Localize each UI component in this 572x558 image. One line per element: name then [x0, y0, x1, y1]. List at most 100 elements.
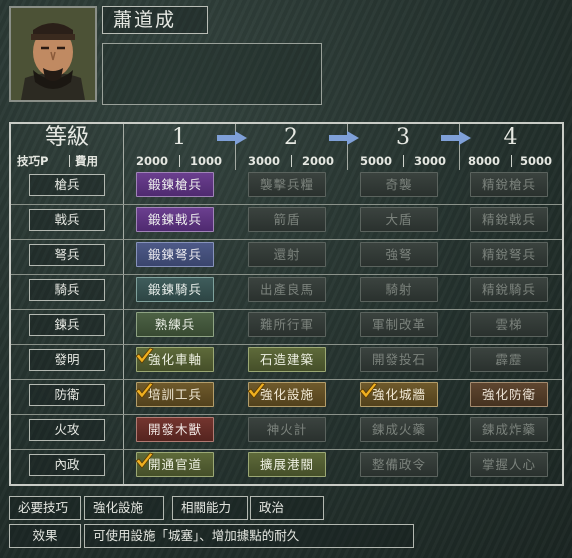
tech-button[interactable]: 騎射 [360, 277, 438, 302]
tech-button[interactable]: 鍛鍊騎兵 [136, 277, 214, 302]
tech-button[interactable]: 鍛鍊槍兵 [136, 172, 214, 197]
tech-button[interactable]: 難所行軍 [248, 312, 326, 337]
level-4-header: 4 [503, 125, 518, 150]
tech-button[interactable]: 霹靂 [470, 347, 548, 372]
skill-point-cost: 3000 [247, 154, 280, 168]
tech-button[interactable]: 強弩 [360, 242, 438, 267]
row-label: 發明 [29, 349, 105, 371]
tech-label: 熟練兵 [154, 317, 196, 332]
tech-label: 還射 [273, 247, 301, 262]
tech-label: 鍛鍊弩兵 [147, 247, 202, 262]
tech-label: 霹靂 [495, 352, 523, 367]
tech-label: 鍛鍊槍兵 [147, 177, 202, 192]
officer-name: 蕭道成 [102, 6, 208, 34]
tech-button[interactable]: 強化車軸 [135, 347, 214, 372]
tech-label: 出產良馬 [259, 282, 314, 297]
tech-label: 雲梯 [495, 317, 523, 332]
tech-button[interactable]: 開發木獸 [136, 417, 214, 442]
tech-label: 強化車軸 [147, 352, 202, 367]
tech-button[interactable]: 大盾 [360, 207, 438, 232]
tech-button[interactable]: 強化防衛 [470, 382, 548, 407]
tech-label: 精銳戟兵 [481, 212, 536, 227]
tech-label: 神火計 [266, 422, 308, 437]
tech-label: 精銳弩兵 [481, 247, 536, 262]
tech-button[interactable]: 神火計 [248, 417, 326, 442]
tech-button[interactable]: 鍛鍊戟兵 [136, 207, 214, 232]
checkmark-icon [359, 382, 378, 399]
row-label: 騎兵 [29, 279, 105, 301]
tech-button[interactable]: 整備政令 [360, 452, 438, 477]
tech-button[interactable]: 掌握人心 [470, 452, 548, 477]
cost-header-row: 技巧P 費用 [11, 152, 123, 170]
tech-button[interactable]: 鍛鍊弩兵 [136, 242, 214, 267]
tech-label: 整備政令 [371, 457, 426, 472]
description-box [102, 43, 322, 105]
tech-button[interactable]: 奇襲 [360, 172, 438, 197]
tech-button[interactable]: 精銳戟兵 [470, 207, 548, 232]
tech-label: 擴展港關 [259, 457, 314, 472]
arrow-right-icon [217, 131, 247, 145]
gold-cost: 1000 [189, 154, 222, 168]
tech-label: 鍛鍊騎兵 [147, 282, 202, 297]
tech-label: 大盾 [385, 212, 413, 227]
tech-button[interactable]: 雲梯 [470, 312, 548, 337]
level-1-cost: 2000 1000 [123, 152, 235, 170]
tech-label: 強化城牆 [371, 387, 426, 402]
gold-cost: 2000 [301, 154, 334, 168]
effect-label: 效果 [9, 524, 81, 548]
tech-label: 鍊成火藥 [371, 422, 426, 437]
level-header: 等級 [44, 125, 89, 150]
tech-label: 培訓工兵 [147, 387, 202, 402]
tech-label: 開發木獸 [147, 422, 202, 437]
tech-button[interactable]: 襲擊兵糧 [248, 172, 326, 197]
tech-button[interactable]: 擴展港關 [248, 452, 326, 477]
tech-label: 強弩 [385, 247, 413, 262]
row-label: 鍊兵 [29, 314, 105, 336]
level-4-cost: 8000 5000 [459, 152, 562, 170]
tech-label: 奇襲 [385, 177, 413, 192]
tech-button[interactable]: 精銳槍兵 [470, 172, 548, 197]
checkmark-icon [247, 382, 266, 399]
tech-label: 開發投石 [371, 352, 426, 367]
tech-button[interactable]: 開發投石 [360, 347, 438, 372]
tech-label: 箭盾 [273, 212, 301, 227]
effect-value: 可使用設施「城塞」、增加據點的耐久 [84, 524, 414, 548]
tech-button[interactable]: 強化城牆 [359, 382, 438, 407]
tech-button[interactable]: 培訓工兵 [135, 382, 214, 407]
tech-label: 開通官道 [147, 457, 202, 472]
tech-label: 鍛鍊戟兵 [147, 212, 202, 227]
tech-label: 強化防衛 [481, 387, 536, 402]
required-skill-value: 強化設施 [84, 496, 164, 520]
tech-label: 難所行軍 [259, 317, 314, 332]
tech-button[interactable]: 開通官道 [135, 452, 214, 477]
row-label: 槍兵 [29, 174, 105, 196]
tech-button[interactable]: 軍制改革 [360, 312, 438, 337]
tech-button[interactable]: 鍊成炸藥 [470, 417, 548, 442]
tech-label: 鍊成炸藥 [481, 422, 536, 437]
officer-portrait [9, 6, 97, 102]
checkmark-icon [135, 347, 154, 364]
checkmark-icon [135, 452, 154, 469]
tech-button[interactable]: 還射 [248, 242, 326, 267]
level-2-cost: 3000 2000 [235, 152, 347, 170]
gold-cost: 3000 [413, 154, 446, 168]
tech-button[interactable]: 出產良馬 [248, 277, 326, 302]
tech-button[interactable]: 精銳弩兵 [470, 242, 548, 267]
row-label: 內政 [29, 454, 105, 476]
arrow-right-icon [329, 131, 359, 145]
tech-label: 精銳騎兵 [481, 282, 536, 297]
tech-label: 強化設施 [259, 387, 314, 402]
tech-button[interactable]: 強化設施 [247, 382, 326, 407]
row-label: 弩兵 [29, 244, 105, 266]
tech-button[interactable]: 熟練兵 [136, 312, 214, 337]
tech-label: 精銳槍兵 [481, 177, 536, 192]
tech-button[interactable]: 箭盾 [248, 207, 326, 232]
tech-label: 軍制改革 [371, 317, 426, 332]
tech-label: 石造建築 [259, 352, 314, 367]
gold-cost: 5000 [519, 154, 552, 168]
tech-button[interactable]: 鍊成火藥 [360, 417, 438, 442]
tech-label: 襲擊兵糧 [259, 177, 314, 192]
tech-button[interactable]: 石造建築 [248, 347, 326, 372]
tech-button[interactable]: 精銳騎兵 [470, 277, 548, 302]
cost-label: 費用 [75, 154, 98, 168]
